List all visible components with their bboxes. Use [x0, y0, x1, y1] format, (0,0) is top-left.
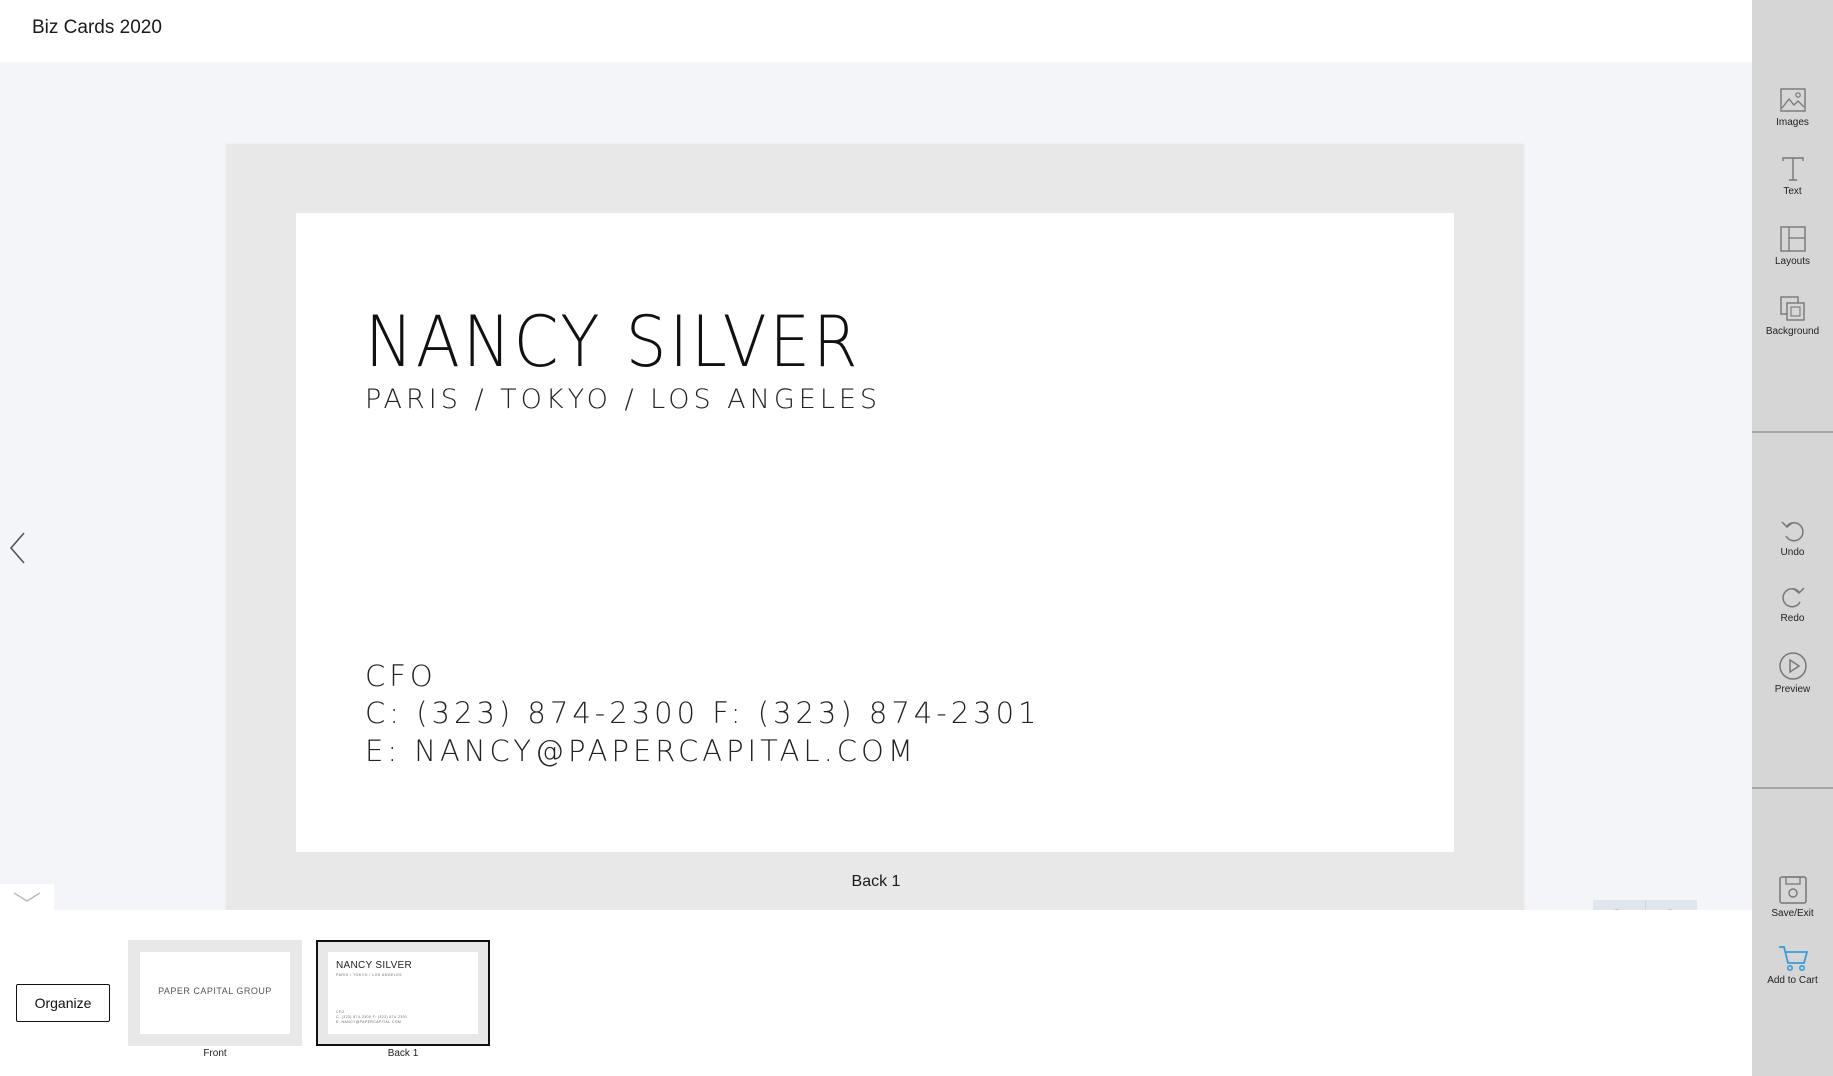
thumbnail-cities-text: PARIS / TOKYO / LOS ANGELES: [336, 973, 403, 977]
business-card[interactable]: NANCY SILVER PARIS / TOKYO / LOS ANGELES…: [296, 213, 1454, 852]
filmstrip-collapse-toggle[interactable]: [0, 884, 54, 910]
card-name-text[interactable]: NANCY SILVER: [365, 301, 860, 383]
page-filmstrip: Organize PAPER CAPITAL GROUP Front NANCY…: [0, 910, 1752, 1076]
project-title[interactable]: Biz Cards 2020: [32, 17, 162, 39]
images-tool-label: Images: [1776, 117, 1809, 128]
undo-icon: [1780, 521, 1804, 542]
undo-label: Undo: [1780, 547, 1805, 558]
thumbnail-front-text: PAPER CAPITAL GROUP: [158, 986, 272, 996]
cart-icon: [1778, 946, 1808, 971]
save-exit-button[interactable]: Save/Exit: [1752, 875, 1833, 919]
play-icon: [1778, 652, 1807, 680]
sidebar-divider: [1752, 787, 1833, 789]
card-email-text[interactable]: E: NANCY@PAPERCAPITAL.COM: [365, 734, 917, 768]
add-to-cart-label: Add to Cart: [1767, 975, 1818, 986]
thumbnail-phone-text: C: (323) 874-2300 F: (323) 874-2301: [336, 1015, 408, 1019]
thumbnail-back-1[interactable]: NANCY SILVER PARIS / TOKYO / LOS ANGELES…: [316, 940, 490, 1046]
background-icon: [1779, 296, 1805, 321]
save-exit-label: Save/Exit: [1771, 908, 1814, 919]
thumbnail-name-text: NANCY SILVER: [336, 960, 413, 971]
thumbnail-front[interactable]: PAPER CAPITAL GROUP: [128, 940, 302, 1046]
card-title-text[interactable]: CFO: [365, 659, 437, 693]
text-tool-button[interactable]: Text: [1752, 155, 1833, 197]
preview-label: Preview: [1774, 684, 1811, 695]
thumbnail-title-text: CFO: [336, 1010, 345, 1014]
card-cities-text[interactable]: PARIS / TOKYO / LOS ANGELES: [365, 384, 881, 415]
thumbnail-card: NANCY SILVER PARIS / TOKYO / LOS ANGELES…: [328, 952, 478, 1034]
previous-page-button[interactable]: [6, 530, 30, 566]
thumbnail-label-back-1: Back 1: [387, 1048, 419, 1059]
tool-sidebar: Images Text Layouts Background Undo Redo…: [1752, 0, 1833, 1076]
redo-button[interactable]: Redo: [1752, 584, 1833, 624]
layouts-tool-label: Layouts: [1774, 256, 1811, 267]
chevron-down-icon: [13, 892, 41, 902]
layouts-tool-button[interactable]: Layouts: [1752, 225, 1833, 267]
preview-button[interactable]: Preview: [1752, 651, 1833, 695]
background-tool-button[interactable]: Background: [1752, 295, 1833, 337]
text-icon: [1781, 157, 1804, 181]
current-page-label: Back 1: [0, 873, 1752, 891]
text-tool-label: Text: [1783, 186, 1802, 197]
images-tool-button[interactable]: Images: [1752, 86, 1833, 128]
add-to-cart-button[interactable]: Add to Cart: [1752, 944, 1833, 986]
editor-canvas: NANCY SILVER PARIS / TOKYO / LOS ANGELES…: [0, 62, 1752, 942]
background-tool-label: Background: [1765, 326, 1820, 337]
card-bleed-area: NANCY SILVER PARIS / TOKYO / LOS ANGELES…: [226, 144, 1524, 920]
image-icon: [1779, 88, 1806, 112]
save-icon: [1778, 876, 1807, 904]
thumbnail-label-front: Front: [203, 1048, 227, 1059]
top-bar: Biz Cards 2020: [0, 0, 1752, 62]
card-phone-text[interactable]: C: (323) 874-2300 F: (323) 874-2301: [365, 696, 1041, 730]
chevron-left-icon: [9, 532, 25, 564]
layout-icon: [1779, 226, 1806, 252]
redo-icon: [1781, 587, 1805, 608]
thumbnail-email-text: E: NANCY@PAPERCAPITAL.COM: [336, 1020, 402, 1024]
redo-label: Redo: [1780, 613, 1805, 624]
organize-button[interactable]: Organize: [16, 984, 110, 1022]
page-label-text: Back 1: [851, 873, 901, 890]
thumbnail-card: PAPER CAPITAL GROUP: [140, 952, 290, 1034]
sidebar-divider: [1752, 431, 1833, 433]
undo-button[interactable]: Undo: [1752, 518, 1833, 558]
